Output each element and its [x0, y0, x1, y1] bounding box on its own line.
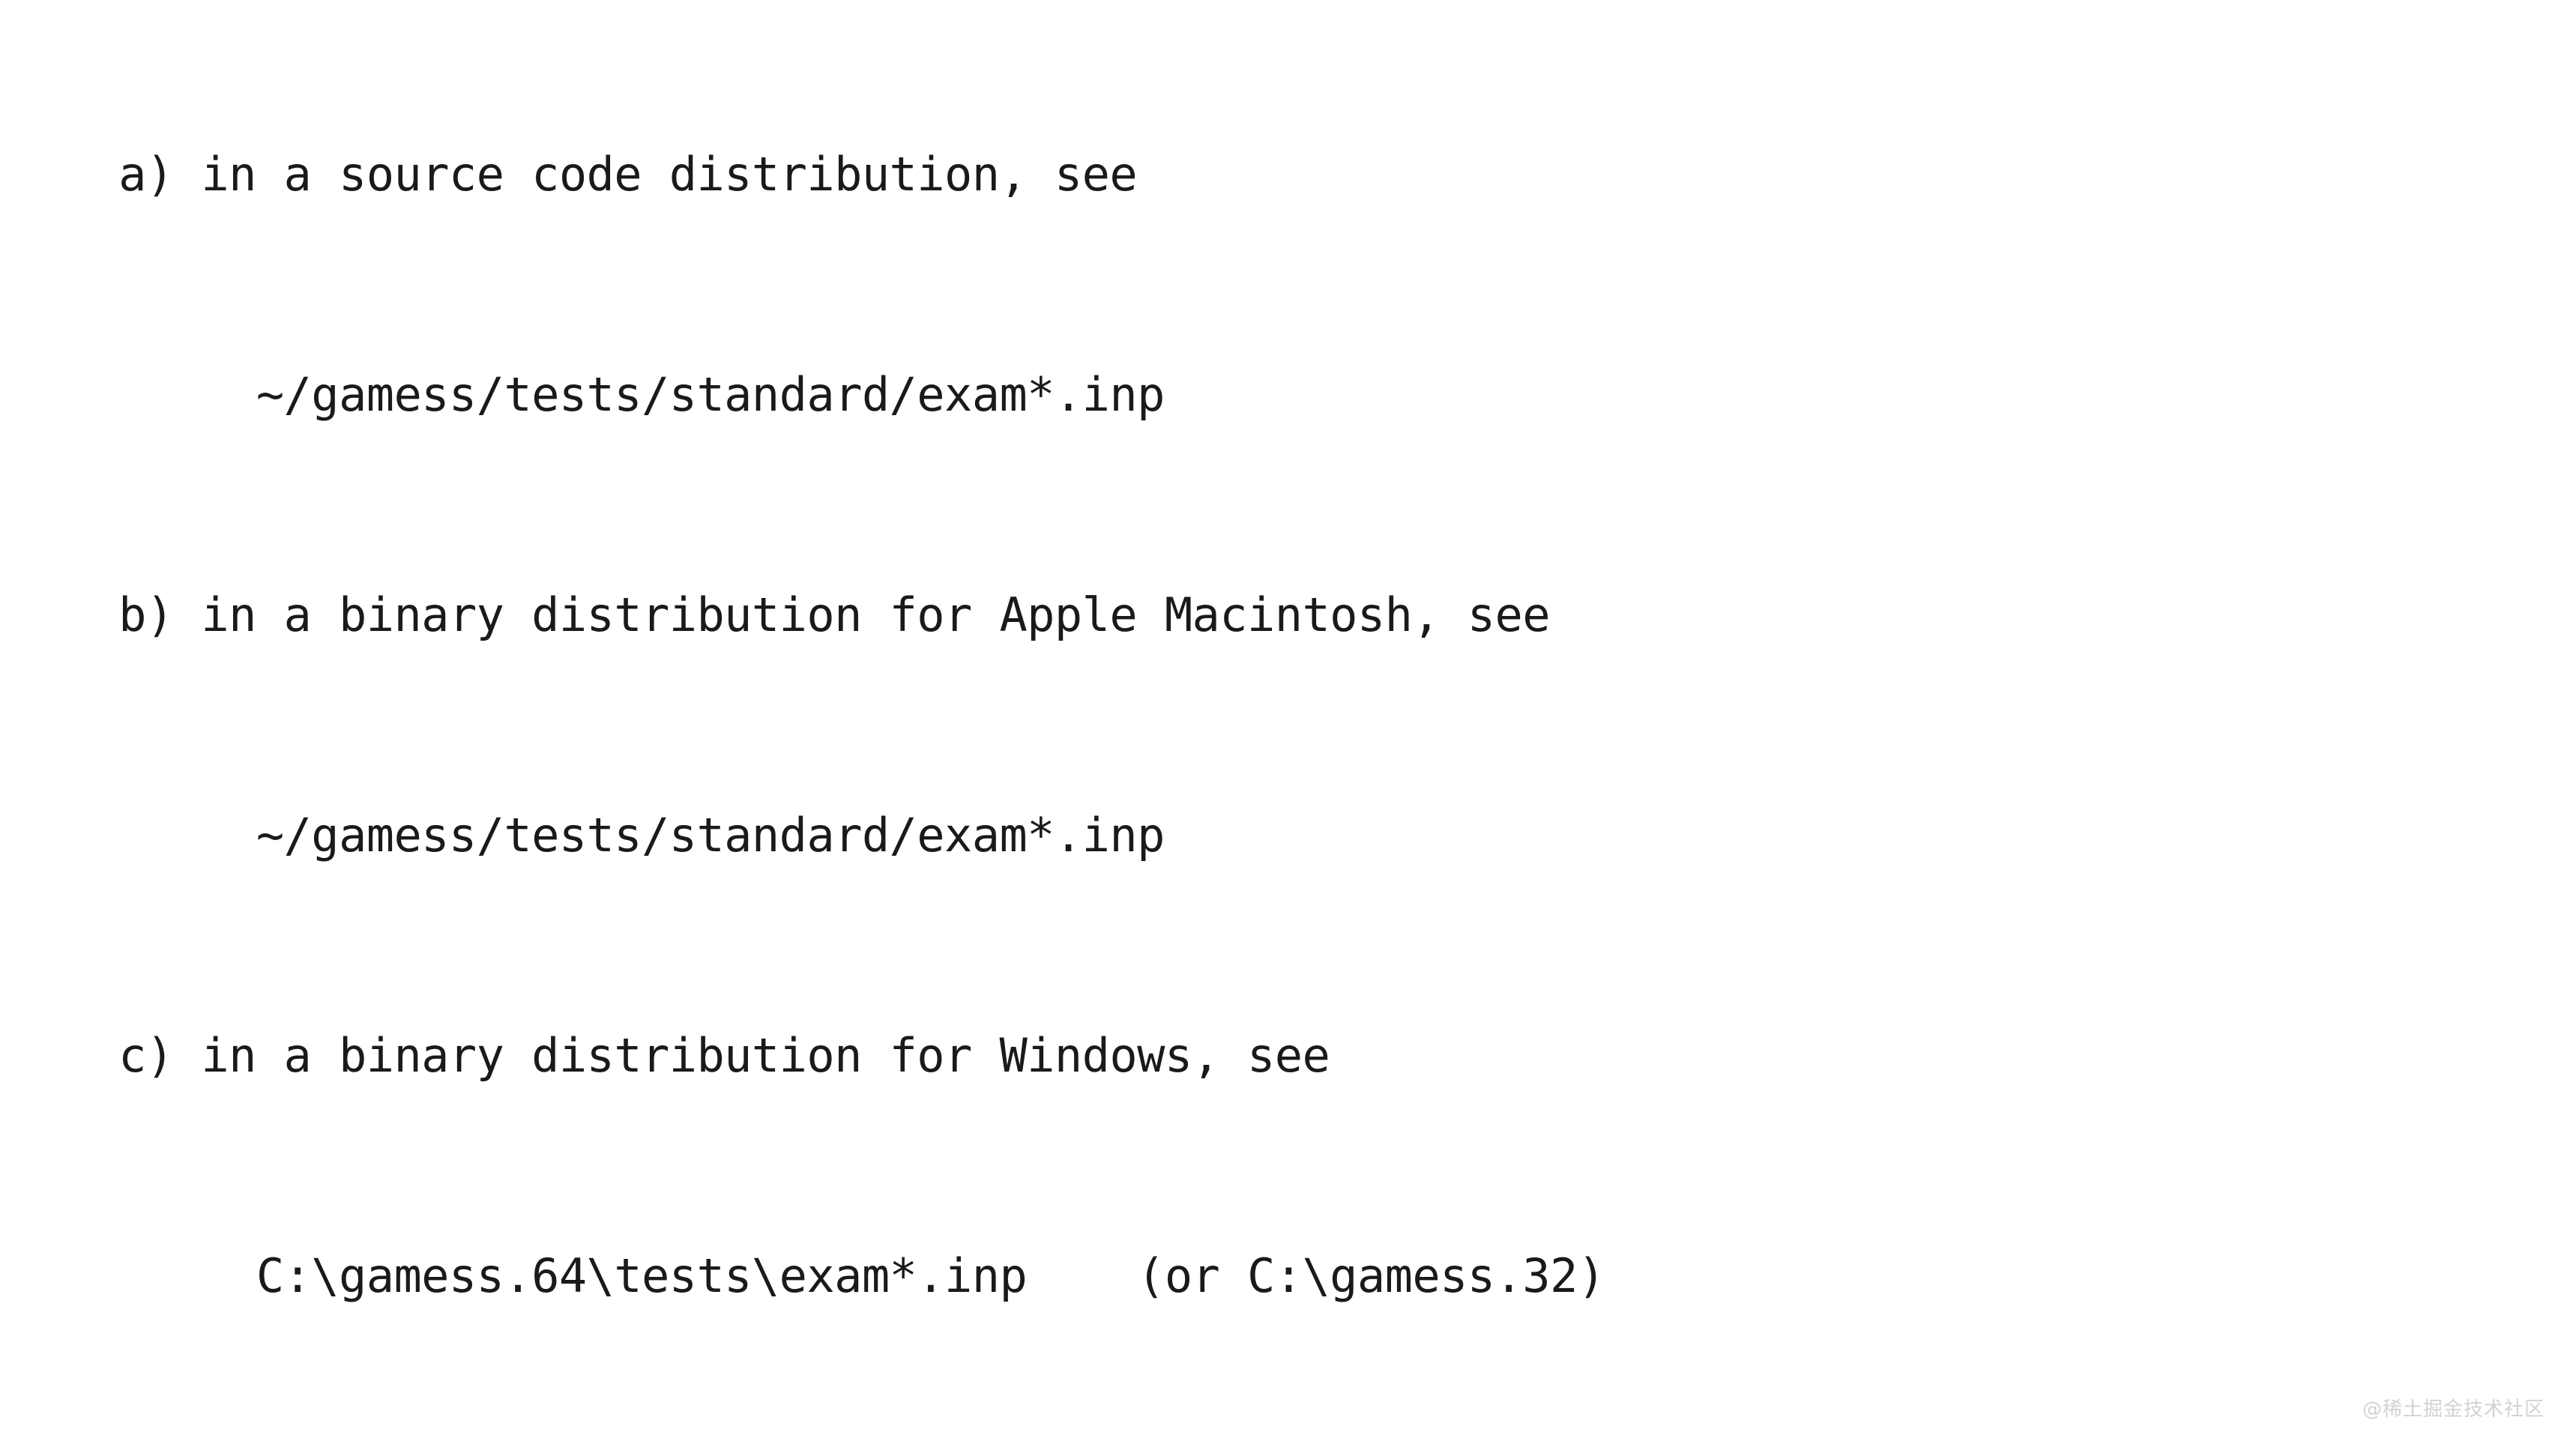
- document-page: a) in a source code distribution, see ~/…: [0, 0, 2576, 1450]
- doc-line: C:\gamess.64\tests\exam*.inp (or C:\game…: [36, 1248, 1605, 1303]
- watermark: @稀土掘金技术社区: [2362, 1398, 2545, 1421]
- doc-line: ~/gamess/tests/standard/exam*.inp: [36, 808, 1165, 863]
- doc-line: c) in a binary distribution for Windows,…: [36, 1028, 1330, 1083]
- doc-line: b) in a binary distribution for Apple Ma…: [36, 587, 1550, 642]
- doc-line: a) in a source code distribution, see: [36, 147, 1138, 202]
- document-text-block: a) in a source code distribution, see ~/…: [36, 0, 2539, 1450]
- doc-line: ~/gamess/tests/standard/exam*.inp: [36, 367, 1165, 422]
